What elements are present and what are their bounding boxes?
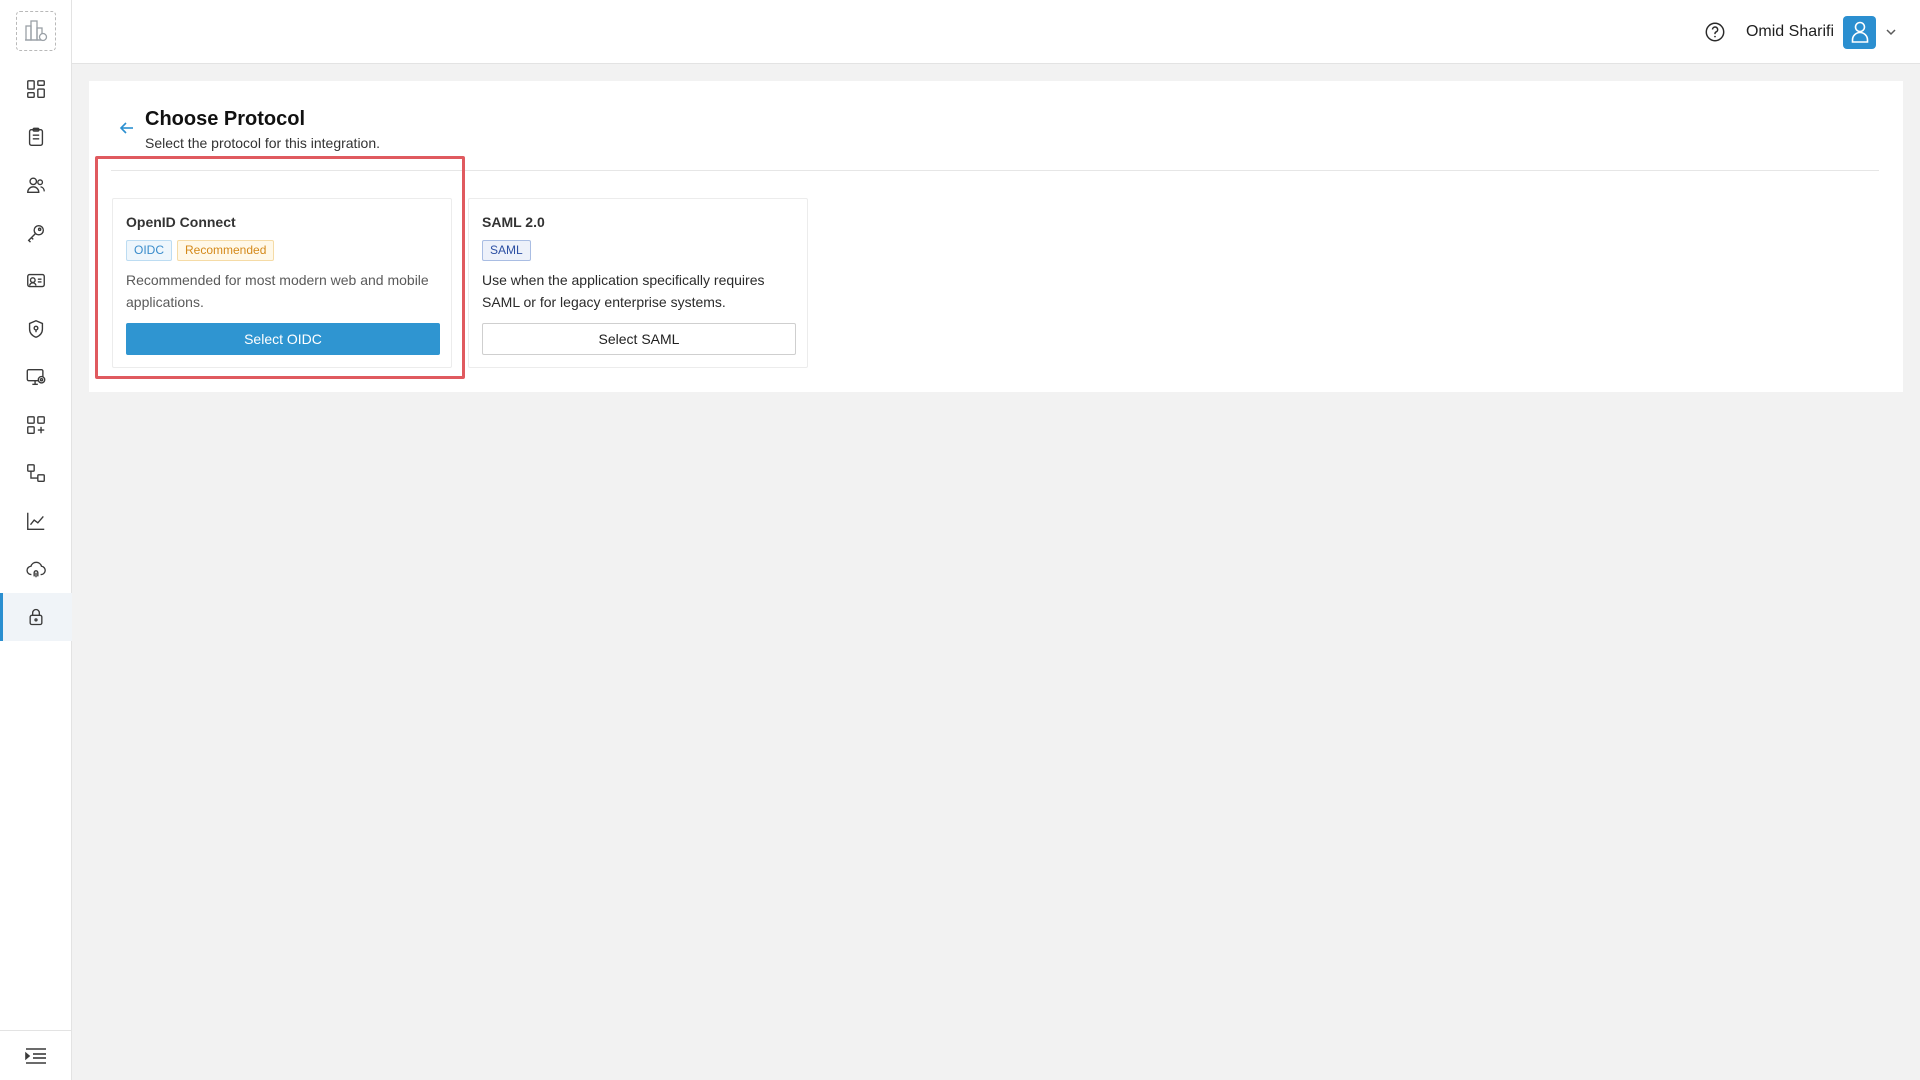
- protocol-card-saml: SAML 2.0 SAML Use when the application s…: [468, 198, 808, 368]
- sidebar-item-workflows[interactable]: [0, 449, 72, 497]
- top-bar: Omid Sharifi: [72, 0, 1920, 64]
- add-app-icon: [27, 416, 45, 434]
- user-name[interactable]: Omid Sharifi: [1746, 23, 1834, 41]
- select-saml-button[interactable]: Select SAML: [482, 323, 796, 355]
- sidebar-item-identities[interactable]: [0, 257, 72, 305]
- protocol-card-oidc: OpenID Connect OIDC Recommended Recommen…: [112, 198, 452, 368]
- card-description: Use when the application specifically re…: [482, 272, 765, 310]
- chevron-down-icon[interactable]: [1884, 25, 1898, 39]
- users-icon: [27, 177, 45, 194]
- page-title: Choose Protocol: [145, 108, 306, 130]
- analytics-chart-icon: [27, 512, 45, 530]
- sidebar-item-applications[interactable]: [0, 401, 72, 449]
- tag-list: OIDC Recommended: [126, 240, 275, 261]
- sidebar-item-dashboard[interactable]: [0, 65, 72, 113]
- key-icon: [27, 224, 45, 243]
- sidebar-item-cloud[interactable]: [0, 545, 72, 593]
- sidebar-item-integrations[interactable]: [0, 593, 72, 641]
- identity-card-icon: [27, 273, 45, 288]
- sidebar: [0, 0, 72, 1080]
- cloud-fingerprint-icon: [26, 561, 46, 578]
- card-title: SAML 2.0: [482, 214, 545, 230]
- sidebar-nav: [0, 65, 72, 641]
- sidebar-item-security[interactable]: [0, 305, 72, 353]
- protocol-tag: OIDC: [126, 240, 172, 261]
- protocol-panel: Choose Protocol Select the protocol for …: [89, 81, 1903, 392]
- select-oidc-button[interactable]: Select OIDC: [126, 323, 440, 355]
- dashboard-icon: [27, 80, 45, 98]
- card-description: Recommended for most modern web and mobi…: [126, 272, 429, 310]
- card-title: OpenID Connect: [126, 214, 236, 230]
- help-circle-icon[interactable]: [1704, 21, 1726, 43]
- sidebar-item-tasks[interactable]: [0, 113, 72, 161]
- sidebar-item-devices[interactable]: [0, 353, 72, 401]
- user-area: Omid Sharifi: [1704, 0, 1898, 64]
- divider: [111, 170, 1879, 171]
- user-icon[interactable]: [1843, 15, 1876, 49]
- arrow-left-icon[interactable]: [119, 120, 135, 136]
- lock-icon: [29, 608, 43, 626]
- collapse-menu-button[interactable]: [0, 1030, 72, 1080]
- page-subtitle: Select the protocol for this integration…: [145, 135, 381, 151]
- protocol-tag: SAML: [482, 240, 531, 261]
- clipboard-icon: [28, 127, 44, 146]
- shield-icon: [28, 320, 44, 338]
- recommended-badge: Recommended: [177, 240, 275, 261]
- tag-list: SAML: [482, 240, 531, 261]
- workflow-icon: [27, 464, 45, 482]
- monitor-settings-icon: [26, 368, 46, 386]
- sidebar-item-keys[interactable]: [0, 209, 72, 257]
- collapse-menu-icon: [25, 1047, 46, 1064]
- sidebar-item-reports[interactable]: [0, 497, 72, 545]
- building-logo-icon[interactable]: [16, 11, 56, 51]
- sidebar-item-users[interactable]: [0, 161, 72, 209]
